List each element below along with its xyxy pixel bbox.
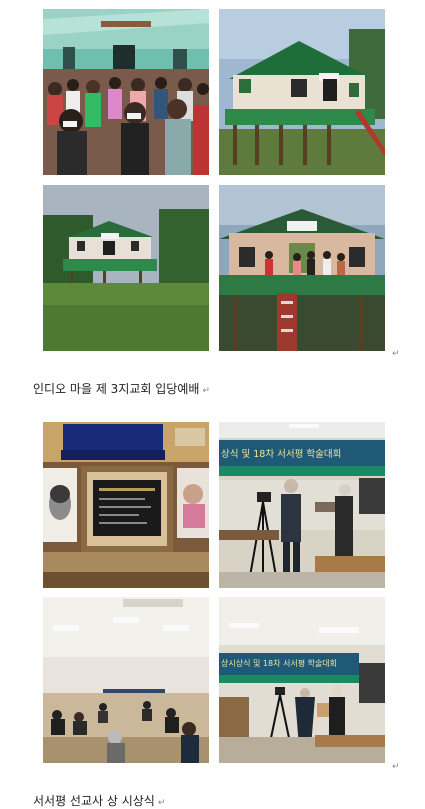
paragraph-mark: ↵	[392, 349, 400, 359]
caption-church-dedication: 인디오 마을 제 3지교회 입당예배 ↵	[33, 380, 210, 397]
photo-stilt-house-closeup	[219, 9, 385, 175]
caption-award-ceremony: 서서평 선교사 상 시상식 ↵	[33, 792, 165, 809]
caption-text: 인디오 마을 제 3지교회 입당예배	[33, 382, 200, 396]
caption-text: 서서평 선교사 상 시상식	[33, 794, 155, 808]
photo-award-plaque	[43, 422, 209, 588]
paragraph-mark: ↵	[202, 386, 210, 396]
photo-house-on-hill	[43, 185, 209, 351]
photo-award-ceremony-stage: 상시상식 및 18차 서서평 학술대회	[219, 597, 385, 763]
banner-text: 상식 및 18차 서서평 학술대회	[221, 449, 342, 460]
photo-award-presentation: 상식 및 18차 서서평 학술대회	[219, 422, 385, 588]
banner-text: 상시상식 및 18차 서서평 학술대회	[221, 659, 338, 668]
paragraph-mark: ↵	[157, 798, 166, 808]
photo-seminar-audience	[43, 597, 209, 763]
photo-congregation-interior	[43, 9, 209, 175]
photo-house-porch-crowd	[219, 185, 385, 351]
paragraph-mark: ↵	[392, 762, 400, 772]
